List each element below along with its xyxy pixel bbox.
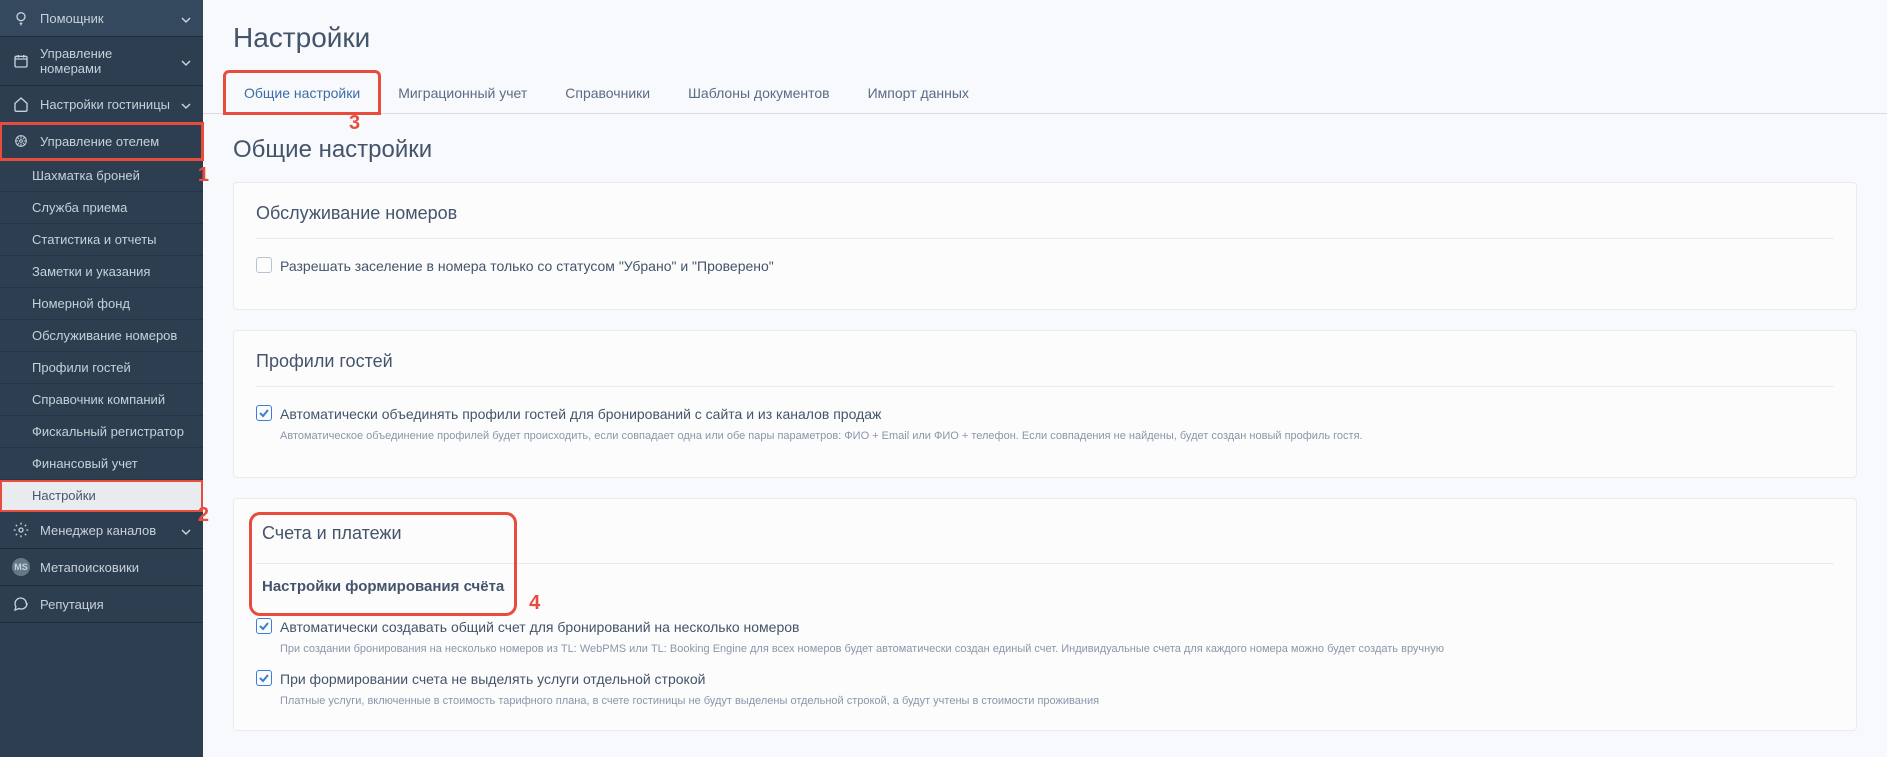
card-title: Профили гостей <box>256 351 1834 387</box>
sidebar-item-channel-manager[interactable]: Менеджер каналов 2 <box>0 512 203 549</box>
card-title: Обслуживание номеров <box>256 203 1834 239</box>
sidebar-subitem-service[interactable]: Обслуживание номеров <box>0 320 203 352</box>
checkbox-row-no-separate-services: При формировании счета не выделять услуг… <box>256 670 1834 710</box>
card-subtitle: Настройки формирования счёта <box>262 578 504 595</box>
checkbox-label: Автоматически создавать общий счет для б… <box>280 618 1834 638</box>
ms-badge-icon: MS <box>12 558 30 576</box>
sidebar-subitem-profiles[interactable]: Профили гостей <box>0 352 203 384</box>
chevron-down-icon <box>181 525 191 535</box>
checkbox-label: Разрешать заселение в номера только со с… <box>280 257 1834 277</box>
page-title: Настройки <box>203 0 1887 72</box>
sidebar-item-hotel-settings[interactable]: Настройки гостиницы <box>0 86 203 123</box>
sidebar-subitem-stock[interactable]: Номерной фонд <box>0 288 203 320</box>
tabs: Общие настройки 3 Миграционный учет Спра… <box>203 72 1887 114</box>
checkbox-cleaning-status[interactable] <box>256 257 272 273</box>
sidebar-subitems: Шахматка броней Служба приема Статистика… <box>0 160 203 512</box>
sidebar-item-metasearch[interactable]: MS Метапоисковики <box>0 549 203 586</box>
checkbox-row-merge-profiles: Автоматически объединять профили гостей … <box>256 405 1834 445</box>
sidebar-item-assistant[interactable]: Помощник <box>0 0 203 37</box>
sidebar-item-label: Управление номерами <box>40 46 177 76</box>
sidebar-subitem-companies[interactable]: Справочник компаний <box>0 384 203 416</box>
sidebar-subitem-fiscal[interactable]: Фискальный регистратор <box>0 416 203 448</box>
annotation-1: 1 <box>198 164 209 187</box>
checkbox-auto-invoice[interactable] <box>256 618 272 634</box>
tab-references[interactable]: Справочники <box>546 72 669 113</box>
chevron-down-icon <box>181 99 191 109</box>
sidebar-item-hotel-management[interactable]: Управление отелем 1 <box>0 123 203 160</box>
annotation-2: 2 <box>198 504 209 527</box>
card-title: Счета и платежи <box>262 523 504 544</box>
sidebar-item-label: Метапоисковики <box>40 560 191 575</box>
section-title: Общие настройки <box>233 114 1857 182</box>
home-icon <box>12 95 30 113</box>
sidebar-subitem-reception[interactable]: Служба приема <box>0 192 203 224</box>
checkbox-merge-profiles[interactable] <box>256 405 272 421</box>
checkbox-hint: Автоматическое объединение профилей буде… <box>280 428 1834 445</box>
checkbox-row-auto-invoice: Автоматически создавать общий счет для б… <box>256 618 1834 658</box>
sidebar-subitem-chess[interactable]: Шахматка броней <box>0 160 203 192</box>
checkbox-hint: Платные услуги, включенные в стоимость т… <box>280 693 1834 710</box>
checkbox-hint: При создании бронирования на несколько н… <box>280 641 1834 658</box>
checkbox-label: При формировании счета не выделять услуг… <box>280 670 1834 690</box>
checkbox-row-cleaning-status: Разрешать заселение в номера только со с… <box>256 257 1834 277</box>
sidebar-item-reputation[interactable]: Репутация <box>0 586 203 623</box>
sidebar-item-label: Управление отелем <box>40 134 191 149</box>
sidebar-item-label: Менеджер каналов <box>40 523 177 538</box>
chat-icon <box>12 595 30 613</box>
sidebar-item-room-management[interactable]: Управление номерами <box>0 37 203 86</box>
sidebar: Помощник Управление номерами Настройки г… <box>0 0 203 757</box>
card-room-service: Обслуживание номеров Разрешать заселение… <box>233 182 1857 310</box>
annotation-4: 4 <box>529 592 540 615</box>
tab-doc-templates[interactable]: Шаблоны документов <box>669 72 849 113</box>
sidebar-item-label: Репутация <box>40 597 191 612</box>
main-content: Настройки Общие настройки 3 Миграционный… <box>203 0 1887 757</box>
tab-migration[interactable]: Миграционный учет <box>379 72 546 113</box>
sidebar-subitem-notes[interactable]: Заметки и указания <box>0 256 203 288</box>
gear-icon <box>12 521 30 539</box>
sidebar-subitem-settings[interactable]: Настройки <box>0 480 203 512</box>
sidebar-item-label: Настройки гостиницы <box>40 97 177 112</box>
sidebar-item-label: Помощник <box>40 11 177 26</box>
sidebar-subitem-finance[interactable]: Финансовый учет <box>0 448 203 480</box>
tab-import[interactable]: Импорт данных <box>849 72 988 113</box>
checkbox-label: Автоматически объединять профили гостей … <box>280 405 1834 425</box>
section-general: Общие настройки Обслуживание номеров Раз… <box>203 114 1887 731</box>
sidebar-subitem-stats[interactable]: Статистика и отчеты <box>0 224 203 256</box>
lightbulb-icon <box>12 9 30 27</box>
card-guest-profiles: Профили гостей Автоматически объединять … <box>233 330 1857 478</box>
chevron-down-icon <box>181 56 191 66</box>
tab-general-settings[interactable]: Общие настройки 3 <box>225 72 379 113</box>
checkbox-no-separate-services[interactable] <box>256 670 272 686</box>
chevron-down-icon <box>181 13 191 23</box>
card-invoices: Счета и платежи Настройки формирования с… <box>233 498 1857 731</box>
wheel-icon <box>12 132 30 150</box>
annotation-3: 3 <box>349 112 360 135</box>
calendar-icon <box>12 52 30 70</box>
